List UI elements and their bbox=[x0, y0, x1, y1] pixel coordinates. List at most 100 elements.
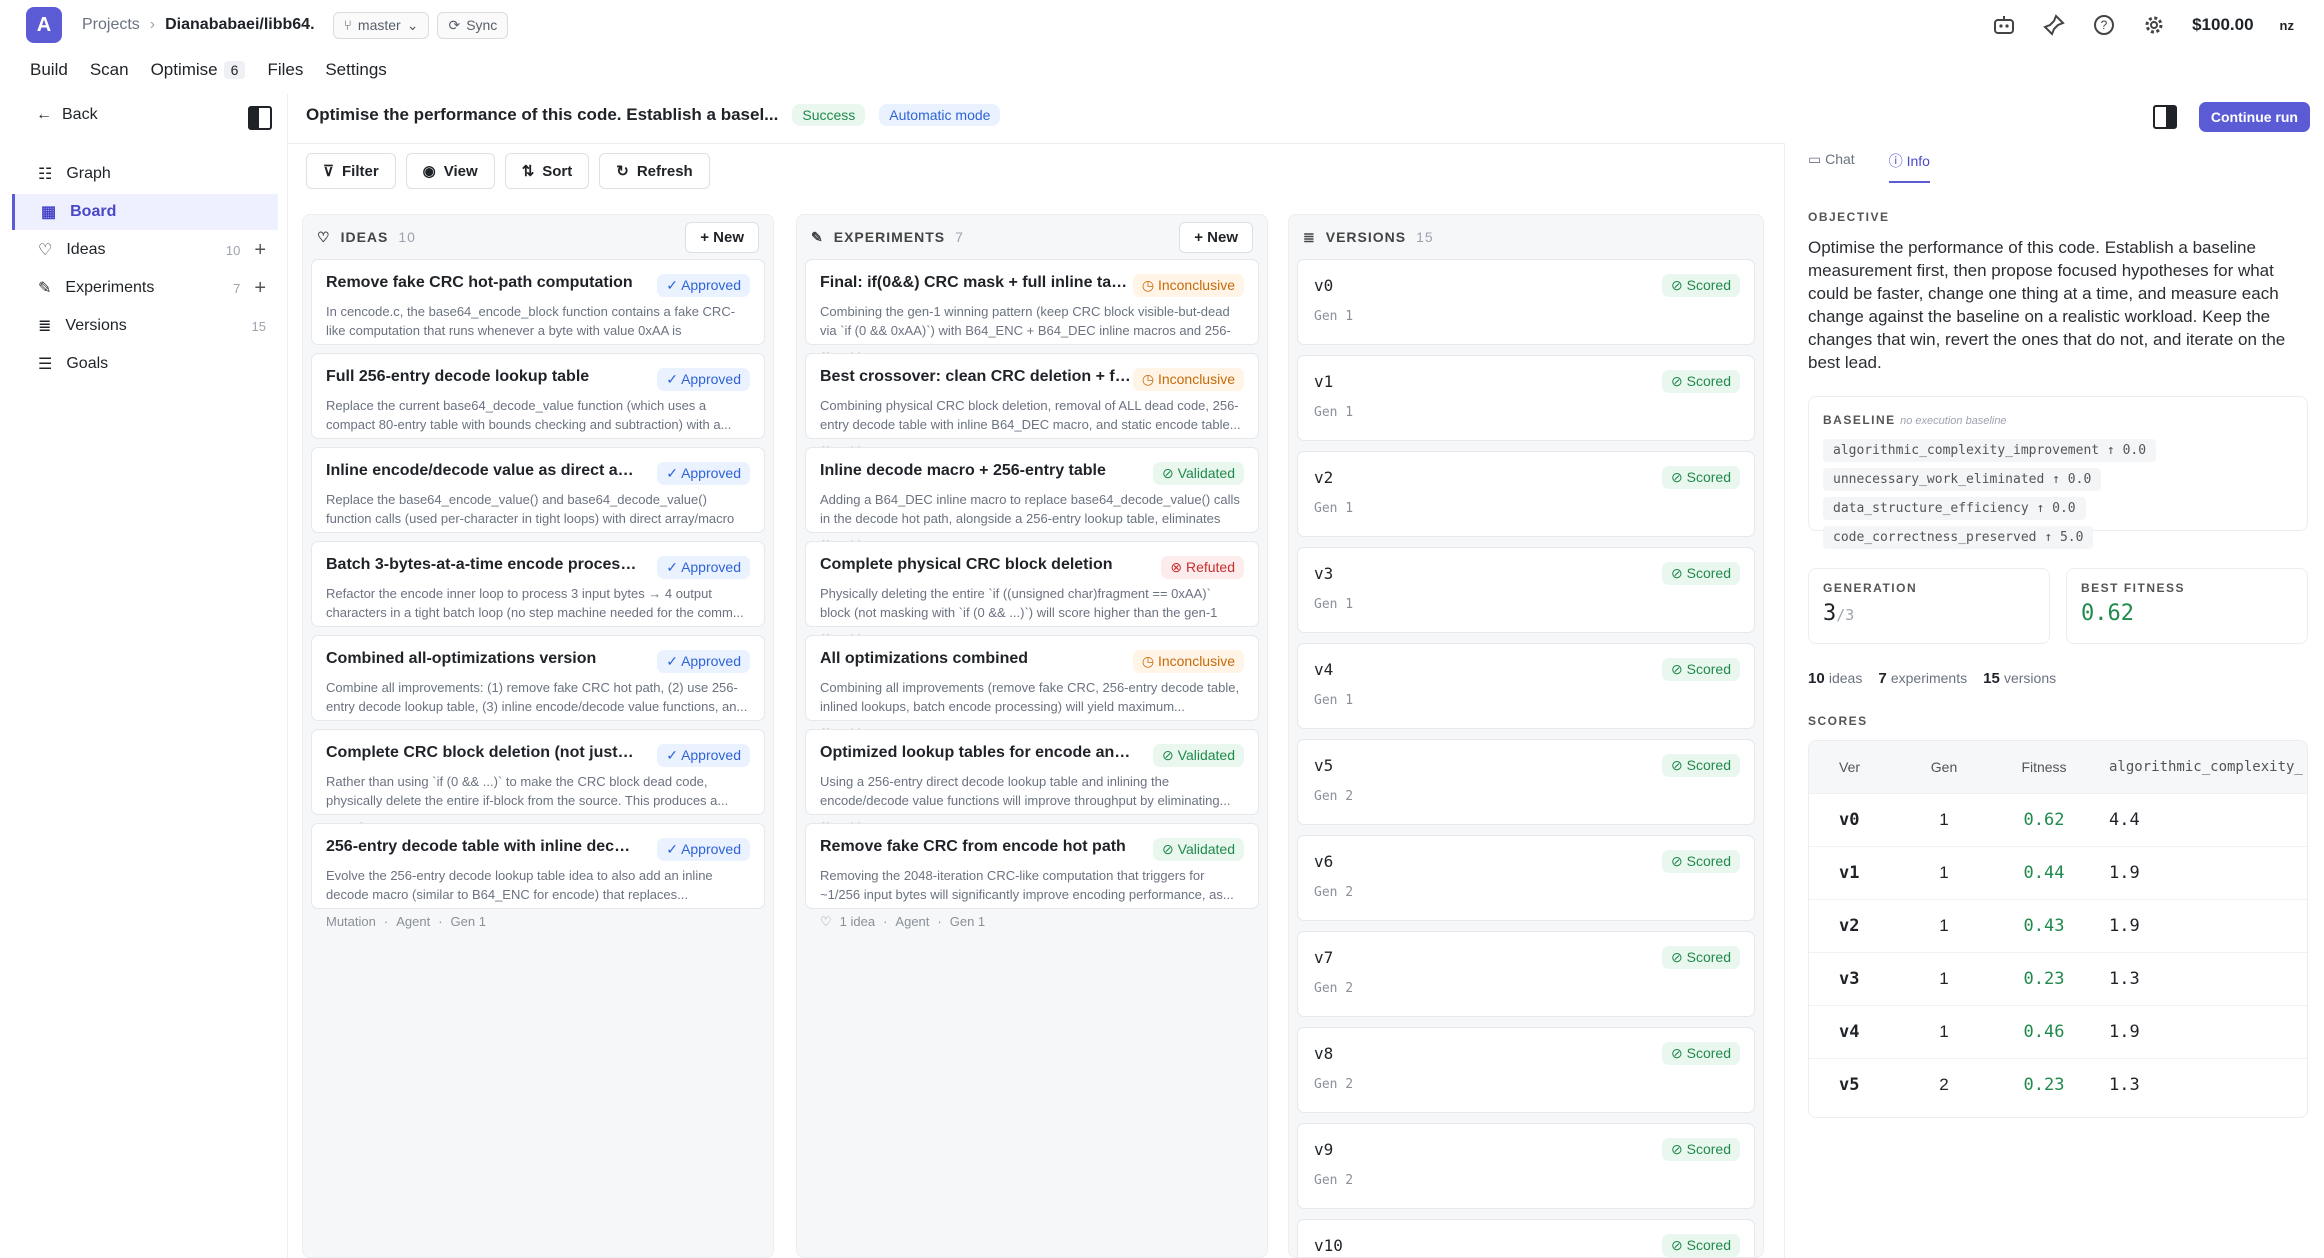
app-logo[interactable]: A bbox=[26, 7, 62, 43]
help-icon[interactable]: ? bbox=[2092, 13, 2116, 37]
version-status-badge: ⊘ Scored bbox=[1662, 946, 1740, 969]
version-card[interactable]: v5 ⊘ Scored Gen 2 bbox=[1297, 739, 1755, 825]
status-label: Approved bbox=[681, 747, 741, 763]
tab-build[interactable]: Build bbox=[30, 60, 68, 80]
tab-scan[interactable]: Scan bbox=[90, 60, 129, 80]
sidebar-item-graph[interactable]: ☷ Graph bbox=[12, 156, 278, 192]
tab-settings[interactable]: Settings bbox=[325, 60, 386, 80]
cell-ver: v2 bbox=[1839, 916, 1860, 936]
version-card[interactable]: v2 ⊘ Scored Gen 1 bbox=[1297, 451, 1755, 537]
card-description: Physically deleting the entire `if ((uns… bbox=[820, 586, 1218, 620]
tab-info[interactable]: ⓘ Info bbox=[1888, 151, 1930, 183]
version-card[interactable]: v0 ⊘ Scored Gen 1 bbox=[1297, 259, 1755, 345]
tab-optimise-count: 6 bbox=[223, 61, 246, 79]
tab-files[interactable]: Files bbox=[267, 60, 303, 80]
status-icon: ✓ bbox=[666, 371, 678, 387]
new-idea-button[interactable]: + New bbox=[685, 221, 759, 253]
branch-selector[interactable]: ⑂ master ⌄ bbox=[332, 11, 430, 39]
new-experiment-button[interactable]: + New bbox=[1179, 221, 1253, 253]
sidebar-item-experiments[interactable]: ✎ Experiments 7 + bbox=[12, 270, 278, 306]
generation-value: 3/3 bbox=[1823, 601, 2035, 626]
view-button[interactable]: ◉ View bbox=[405, 153, 495, 189]
add-idea-button[interactable]: + bbox=[254, 239, 266, 262]
sidebar-item-ideas[interactable]: ♡ Ideas 10 + bbox=[12, 232, 278, 268]
credit-balance: $100.00 bbox=[2192, 15, 2254, 34]
sidebar-item-goals[interactable]: ☰ Goals bbox=[12, 346, 278, 382]
version-card[interactable]: v6 ⊘ Scored Gen 2 bbox=[1297, 835, 1755, 921]
arrow-left-icon: ← bbox=[36, 106, 52, 123]
dot-separator: · bbox=[937, 914, 942, 929]
cell-metric: 1.9 bbox=[2109, 863, 2140, 883]
experiment-card[interactable]: All optimizations combined ◷ Inconclusive… bbox=[805, 635, 1259, 741]
version-card[interactable]: v10 ⊘ Scored bbox=[1297, 1219, 1755, 1257]
table-row[interactable]: v4 1 0.46 1.9 bbox=[1809, 1005, 2307, 1058]
version-card[interactable]: v7 ⊘ Scored Gen 2 bbox=[1297, 931, 1755, 1017]
scored-icon: ⊘ bbox=[1671, 853, 1683, 869]
scored-icon: ⊘ bbox=[1671, 949, 1683, 965]
sort-button[interactable]: ⇅ Sort bbox=[504, 153, 590, 189]
experiment-card[interactable]: Final: if(0&&) CRC mask + full inline ta… bbox=[805, 259, 1259, 365]
breadcrumb-repo[interactable]: Dianababaei/libb64. bbox=[165, 16, 314, 34]
col-fitness[interactable]: Fitness bbox=[1989, 759, 2099, 775]
tab-optimise[interactable]: Optimise 6 bbox=[151, 60, 246, 80]
sidebar-item-board[interactable]: ▦ Board bbox=[12, 194, 278, 230]
sidebar-toggle-icon[interactable] bbox=[248, 106, 272, 130]
experiment-card[interactable]: Optimized lookup tables for encode and d… bbox=[805, 729, 1259, 835]
status-label: Scored bbox=[1686, 949, 1731, 965]
refresh-button[interactable]: ↻ Refresh bbox=[599, 153, 710, 189]
idea-card[interactable]: Full 256-entry decode lookup table ✓ Appr… bbox=[311, 353, 765, 459]
version-card[interactable]: v1 ⊘ Scored Gen 1 bbox=[1297, 355, 1755, 441]
new-label: New bbox=[1207, 228, 1238, 246]
table-row[interactable]: v1 1 0.44 1.9 bbox=[1809, 846, 2307, 899]
cell-fitness: 0.23 bbox=[2023, 969, 2065, 989]
version-card[interactable]: v8 ⊘ Scored Gen 2 bbox=[1297, 1027, 1755, 1113]
card-status-badge: ◷ Inconclusive bbox=[1132, 650, 1244, 673]
experiment-card[interactable]: Best crossover: clean CRC deletion + ful… bbox=[805, 353, 1259, 459]
version-card[interactable]: v4 ⊘ Scored Gen 1 bbox=[1297, 643, 1755, 729]
cell-gen: 1 bbox=[1939, 916, 1949, 935]
idea-card[interactable]: Batch 3-bytes-at-a-time encode processin… bbox=[311, 541, 765, 647]
table-row[interactable]: v3 1 0.23 1.3 bbox=[1809, 952, 2307, 1005]
sidebar-item-versions[interactable]: ≣ Versions 15 bbox=[12, 308, 278, 344]
experiment-card[interactable]: Complete physical CRC block deletion ⊗ Re… bbox=[805, 541, 1259, 647]
panel-toggle-icon[interactable] bbox=[2152, 105, 2177, 129]
breadcrumb-projects[interactable]: Projects bbox=[82, 16, 140, 34]
col-ver[interactable]: Ver bbox=[1809, 759, 1899, 775]
idea-card[interactable]: Complete CRC block deletion (not just de… bbox=[311, 729, 765, 835]
card-description: Replace the current base64_decode_value … bbox=[326, 398, 732, 432]
status-label: Scored bbox=[1686, 469, 1731, 485]
gear-icon[interactable] bbox=[2142, 13, 2166, 37]
experiment-card[interactable]: Inline decode macro + 256-entry table ⊘ V… bbox=[805, 447, 1259, 553]
objective-section: OBJECTIVE Optimise the performance of th… bbox=[1808, 210, 2308, 374]
pencil-icon: ✎ bbox=[38, 280, 52, 297]
experiment-card[interactable]: Remove fake CRC from encode hot path ⊘ Va… bbox=[805, 823, 1259, 929]
version-card[interactable]: v3 ⊘ Scored Gen 1 bbox=[1297, 547, 1755, 633]
idea-card[interactable]: Inline encode/decode value as direct arr… bbox=[311, 447, 765, 553]
avatar[interactable]: nz bbox=[2280, 18, 2294, 33]
table-row[interactable]: v2 1 0.43 1.9 bbox=[1809, 899, 2307, 952]
column-count: 15 bbox=[1416, 229, 1434, 245]
tab-chat[interactable]: ▭ Chat bbox=[1808, 151, 1855, 183]
continue-run-button[interactable]: Continue run bbox=[2198, 102, 2310, 132]
idea-card[interactable]: Combined all-optimizations version ✓ Appr… bbox=[311, 635, 765, 741]
pin-icon[interactable] bbox=[2042, 13, 2066, 37]
idea-card[interactable]: 256-entry decode table with inline decod… bbox=[311, 823, 765, 929]
robot-icon[interactable] bbox=[1992, 13, 2016, 37]
idea-card[interactable]: Remove fake CRC hot-path computation ✓ Ap… bbox=[311, 259, 765, 365]
table-row[interactable]: v5 2 0.23 1.3 bbox=[1809, 1058, 2307, 1111]
card-status-badge: ✓ Approved bbox=[657, 650, 750, 673]
baseline-note: no execution baseline bbox=[1900, 415, 2007, 427]
card-status-badge: ◷ Inconclusive bbox=[1132, 274, 1244, 297]
column-title: VERSIONS bbox=[1325, 229, 1407, 245]
back-button[interactable]: ← Back bbox=[36, 106, 98, 124]
col-metric[interactable]: algorithmic_complexity_ bbox=[2099, 759, 2307, 775]
version-card[interactable]: v9 ⊘ Scored Gen 2 bbox=[1297, 1123, 1755, 1209]
sync-button[interactable]: ⟳ Sync bbox=[437, 11, 509, 39]
header-actions: Continue run bbox=[2152, 102, 2310, 132]
table-row[interactable]: v0 1 0.62 4.4 bbox=[1809, 793, 2307, 846]
add-experiment-button[interactable]: + bbox=[254, 277, 266, 300]
filter-button[interactable]: ⊽ Filter bbox=[306, 153, 396, 189]
ideas-word: ideas bbox=[1828, 670, 1863, 686]
col-gen[interactable]: Gen bbox=[1899, 759, 1989, 775]
branch-name: master bbox=[357, 17, 401, 33]
